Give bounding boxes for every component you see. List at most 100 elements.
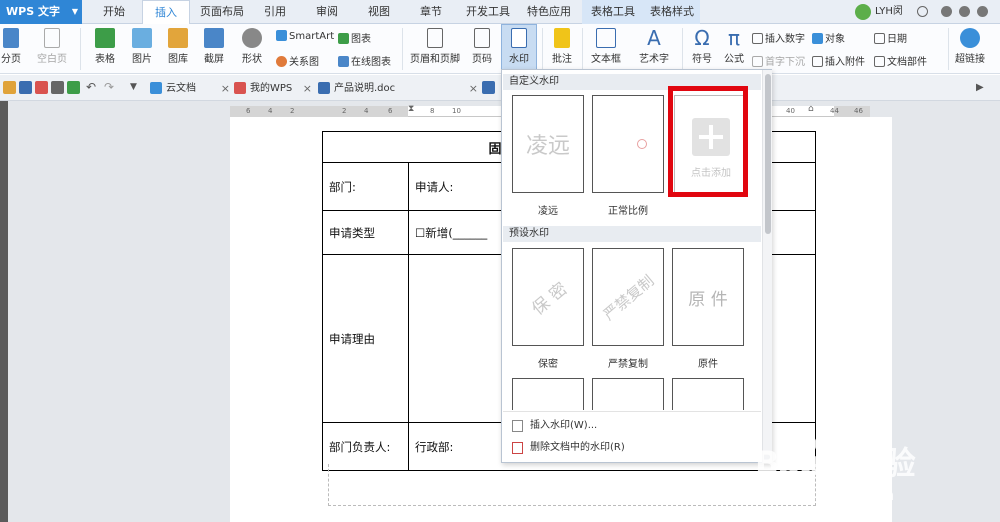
tab-table-tools[interactable]: 表格工具 xyxy=(582,0,644,24)
date-label: 日期 xyxy=(887,34,907,45)
preset-watermark-confidential[interactable]: 保 密 xyxy=(512,248,584,346)
redo-icon[interactable]: ↷ xyxy=(104,81,117,94)
wps-logo-icon xyxy=(234,82,246,94)
formula-button[interactable]: π 公式 xyxy=(720,28,748,65)
tab-insert[interactable]: 插入 xyxy=(142,0,190,25)
avatar[interactable] xyxy=(855,4,871,20)
save-icon[interactable] xyxy=(19,81,32,94)
insert-number-button[interactable]: 插入数字 xyxy=(752,30,805,45)
relation-button[interactable]: 关系图 xyxy=(276,53,319,68)
panel-scrollbar[interactable] xyxy=(762,70,772,463)
page-break-icon xyxy=(3,28,19,48)
custom-watermark-lingyuan[interactable]: 凌远 xyxy=(512,95,584,193)
indent-marker-icon[interactable]: ⌂ xyxy=(808,104,814,114)
preset-watermark[interactable] xyxy=(592,378,664,410)
doc-tab-product-manual[interactable]: 产品说明.doc × xyxy=(316,78,478,99)
customize-chevron-icon[interactable]: ▼ xyxy=(130,81,143,94)
app-menu-button[interactable]: WPS 文字 ▼ xyxy=(0,0,82,24)
ruler-tick: 40 xyxy=(786,107,795,115)
header-footer-label: 页眉和页脚 xyxy=(410,54,460,65)
tab-review[interactable]: 审阅 xyxy=(306,0,348,24)
tab-home[interactable]: 开始 xyxy=(90,0,138,24)
hyperlink-button[interactable]: 超链接 xyxy=(952,28,988,65)
tab-developer[interactable]: 开发工具 xyxy=(460,0,516,24)
blank-page-button[interactable]: 空白页 xyxy=(32,28,72,65)
screenshot-label: 截屏 xyxy=(204,54,224,65)
globe-icon xyxy=(960,28,980,48)
drop-cap-button[interactable]: 首字下沉 xyxy=(752,53,805,68)
picture-button[interactable]: 图片 xyxy=(126,28,158,65)
close-icon[interactable]: × xyxy=(303,78,312,99)
shapes-button[interactable]: 形状 xyxy=(236,28,268,65)
tab-features[interactable]: 特色应用 xyxy=(520,0,578,24)
header-footer-icon xyxy=(427,28,443,48)
preset-watermark-no-copy[interactable]: 严禁复制 xyxy=(592,248,664,346)
wordart-button[interactable]: A 艺术字 xyxy=(632,28,676,65)
tab-label: 开发工具 xyxy=(466,5,510,18)
delete-watermark-menu-item[interactable]: 删除文档中的水印(R) xyxy=(510,438,758,458)
doc-tab-mywps[interactable]: 我的WPS × xyxy=(232,78,312,99)
menu-divider xyxy=(503,411,761,412)
open-folder-icon[interactable] xyxy=(3,81,16,94)
symbol-button[interactable]: Ω 符号 xyxy=(686,28,718,65)
attachment-button[interactable]: 插入附件 xyxy=(812,53,865,68)
indent-marker-icon[interactable]: ⧗ xyxy=(408,104,414,114)
date-button[interactable]: 日期 xyxy=(874,30,907,45)
gallery-button[interactable]: 图库 xyxy=(162,28,194,65)
word-doc-icon[interactable] xyxy=(482,81,495,94)
export-pdf-icon[interactable] xyxy=(35,81,48,94)
screenshot-button[interactable]: 截屏 xyxy=(198,28,230,65)
preset-watermark[interactable] xyxy=(512,378,584,410)
tab-references[interactable]: 引用 xyxy=(254,0,296,24)
doc-tab-label: 云文档 xyxy=(166,83,196,94)
scrollbar-thumb[interactable] xyxy=(765,74,771,234)
smartart-icon xyxy=(276,30,287,41)
preset-watermark-original[interactable]: 原 件 xyxy=(672,248,744,346)
page-break-button[interactable]: 分页 xyxy=(0,28,22,65)
field-label: 行政部: xyxy=(415,439,454,454)
tab-page-layout[interactable]: 页面布局 xyxy=(194,0,250,24)
tab-label: 开始 xyxy=(103,5,125,18)
insert-watermark-menu-item[interactable]: 插入水印(W)... xyxy=(510,416,758,436)
table-cell[interactable]: 申请类型 xyxy=(322,210,409,255)
smartart-button[interactable]: SmartArt xyxy=(276,30,334,42)
print-preview-icon[interactable] xyxy=(67,81,80,94)
tab-view[interactable]: 视图 xyxy=(358,0,400,24)
doc-tab-cloud[interactable]: 云文档 × xyxy=(148,78,230,99)
skin-icon[interactable] xyxy=(917,6,928,17)
doc-parts-button[interactable]: 文档部件 xyxy=(874,53,927,68)
watermark-button[interactable]: 水印 xyxy=(501,24,537,70)
header-footer-button[interactable]: 页眉和页脚 xyxy=(408,28,462,65)
tab-table-style[interactable]: 表格样式 xyxy=(644,0,700,24)
play-icon[interactable]: ▶ xyxy=(976,81,989,94)
close-icon[interactable]: × xyxy=(221,78,230,99)
field-label: 部门: xyxy=(329,179,356,194)
table-cell[interactable]: 申请理由 xyxy=(322,254,409,423)
comment-button[interactable]: 批注 xyxy=(546,28,578,65)
table-button[interactable]: 表格 xyxy=(88,28,122,65)
print-icon[interactable] xyxy=(51,81,64,94)
watermark-preview: 凌远 xyxy=(525,134,570,159)
settings-icon[interactable] xyxy=(959,6,970,17)
undo-icon[interactable]: ↶ xyxy=(86,81,99,94)
ribbon-insert: 分页 空白页 表格 图片 图库 截屏 形状 SmartArt 图表 关系图 在线… xyxy=(0,24,1000,74)
chart-button[interactable]: 图表 xyxy=(338,30,371,45)
table-cell[interactable]: 部门: xyxy=(322,162,409,211)
object-button[interactable]: 对象 xyxy=(812,30,845,45)
field-label: 申请人: xyxy=(415,179,454,194)
close-icon[interactable]: × xyxy=(469,78,478,99)
share-icon[interactable] xyxy=(941,6,952,17)
textbox-button[interactable]: 文本框 xyxy=(586,28,626,65)
field-label: 部门负责人: xyxy=(329,439,391,454)
help-icon[interactable] xyxy=(977,6,988,17)
thumb-label: 凌远 xyxy=(538,206,558,217)
ruler-tick: 4 xyxy=(268,107,273,115)
preset-watermark[interactable] xyxy=(672,378,744,410)
custom-watermark-normal[interactable] xyxy=(592,95,664,193)
ruler-tick: 6 xyxy=(388,107,393,115)
page-number-button[interactable]: 页码 xyxy=(466,28,498,65)
tab-section[interactable]: 章节 xyxy=(410,0,452,24)
online-chart-button[interactable]: 在线图表 xyxy=(338,53,391,68)
quick-access-toolbar: ↶ ↷ ▼ 云文档 × 我的WPS × 产品说明.doc × ▶ xyxy=(0,75,1000,101)
user-name[interactable]: LYH闵 xyxy=(875,0,903,24)
